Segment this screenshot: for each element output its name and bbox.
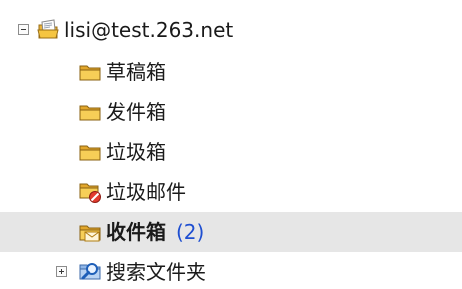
folder-label: 发件箱 [106, 100, 166, 124]
folder-tree: lisi@test.263.net 草稿箱 发件箱 垃圾箱 垃圾邮件 收件箱 (… [0, 0, 462, 289]
expand-toggle-icon[interactable] [56, 266, 67, 277]
folder-label: 垃圾箱 [106, 140, 166, 164]
tree-item-account[interactable]: lisi@test.263.net [0, 10, 462, 50]
inbox-icon [78, 221, 102, 243]
folder-icon [78, 101, 102, 123]
tree-item-inbox[interactable]: 收件箱 (2) [0, 212, 462, 252]
folder-label: 搜索文件夹 [106, 260, 206, 284]
folder-icon [78, 61, 102, 83]
unread-count-badge: (2) [176, 220, 205, 244]
tree-item-outbox[interactable]: 发件箱 [0, 92, 462, 132]
collapse-toggle-icon[interactable] [18, 24, 29, 35]
folder-label: 草稿箱 [106, 60, 166, 84]
folder-icon [78, 141, 102, 163]
tree-item-search-folders[interactable]: 搜索文件夹 [0, 252, 462, 289]
account-label: lisi@test.263.net [64, 18, 234, 42]
folder-label: 垃圾邮件 [106, 180, 186, 204]
tree-item-trash[interactable]: 垃圾箱 [0, 132, 462, 172]
folder-label: 收件箱 [106, 220, 166, 244]
search-folder-icon [78, 260, 102, 282]
junk-mail-folder-icon [78, 181, 102, 203]
tree-item-drafts[interactable]: 草稿箱 [0, 52, 462, 92]
tree-item-junk-mail[interactable]: 垃圾邮件 [0, 172, 462, 212]
account-icon [36, 18, 60, 40]
